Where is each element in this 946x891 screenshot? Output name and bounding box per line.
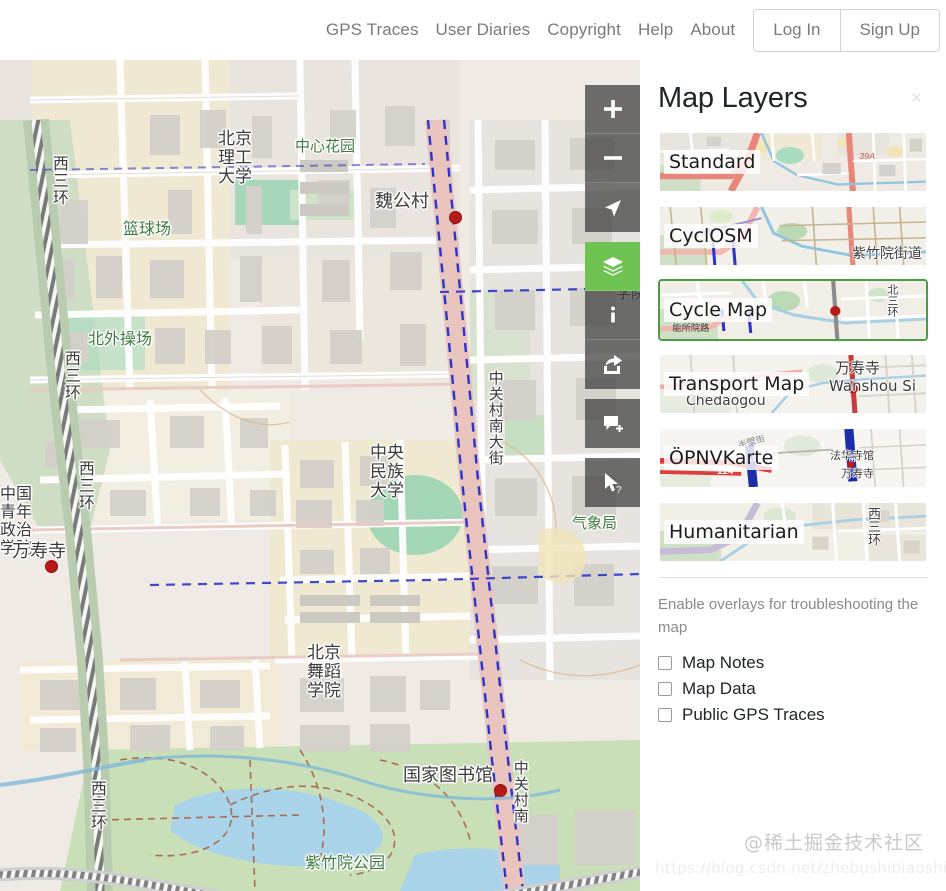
layer-option-cyclosm[interactable]: 紫竹院南路 紫竹院街道 CyclOSM — [658, 205, 928, 267]
query-features-button[interactable]: ? — [585, 458, 640, 507]
layer-option-standard[interactable]: 39A Standard — [658, 131, 928, 193]
locate-button[interactable] — [585, 183, 640, 232]
close-icon[interactable]: × — [907, 87, 926, 110]
share-button[interactable] — [585, 340, 640, 389]
map-key-button[interactable] — [585, 291, 640, 340]
zoom-out-icon — [603, 156, 622, 160]
add-note-icon — [603, 415, 623, 432]
layers-control-group — [585, 242, 640, 389]
nav-copyright[interactable]: Copyright — [547, 20, 621, 40]
thumb-label-cyclosm: 紫竹院街道 — [852, 246, 922, 262]
nav-gps-traces[interactable]: GPS Traces — [326, 20, 419, 40]
zoom-in-button[interactable] — [585, 85, 640, 134]
share-icon — [603, 354, 622, 374]
overlay-label-map-data: Map Data — [682, 679, 756, 698]
map-viewport[interactable]: 西三环 西三环 西三环 西三环 北京 理工 大学 中心花园 篮球场 北外操场 中… — [0, 60, 640, 891]
watermark-text: @稀土掘金技术社区 — [743, 832, 924, 854]
openstreetmap-page: GPS Traces User Diaries Copyright Help A… — [0, 0, 946, 891]
layer-option-opnvkarte[interactable]: 114 10 16 半壁街 法华寺馆 万寿寺 ÖPNVKarte — [658, 427, 928, 489]
poi-marker-national-library[interactable] — [494, 784, 507, 797]
poi-marker-wanshousi[interactable] — [45, 560, 58, 573]
locate-arrow-icon — [604, 199, 621, 216]
page-title: Map Layers — [658, 82, 808, 114]
add-note-button[interactable] — [585, 399, 640, 448]
nav-about[interactable]: About — [690, 20, 735, 40]
map-layers-panel: Map Layers × 39A Standard 紫竹院街道 CyclOSM … — [640, 60, 946, 891]
nav-help[interactable]: Help — [638, 20, 673, 40]
thumb-label-opnv-3: 法华寺馆 — [830, 449, 874, 462]
thumb-label-cycle-road: 能所院路 — [672, 322, 709, 334]
checkbox-public-gps-traces[interactable] — [658, 708, 672, 722]
thumb-label-transport-cn: 万寿寺 — [834, 359, 880, 377]
overlay-label-public-gps-traces: Public GPS Traces — [682, 705, 825, 724]
layers-stack-icon — [602, 257, 623, 276]
zoom-out-button[interactable] — [585, 134, 640, 183]
thumb-road-number-standard: 39A — [859, 152, 875, 162]
zoom-control-group — [585, 85, 640, 232]
site-header: GPS Traces User Diaries Copyright Help A… — [0, 0, 946, 60]
thumb-label-opnv-4: 万寿寺 — [841, 467, 874, 480]
query-control-group: ? — [585, 458, 640, 507]
thumb-label-transport-en: Wanshou Si — [828, 377, 916, 395]
overlay-row-map-data[interactable]: Map Data — [658, 679, 928, 699]
checkbox-map-notes[interactable] — [658, 656, 672, 670]
layer-label-humanitarian: Humanitarian — [664, 520, 804, 544]
layer-option-cycle-map[interactable]: 能所院路 北三环 Cycle Map — [658, 279, 928, 341]
overlay-row-public-gps-traces[interactable]: Public GPS Traces — [658, 705, 928, 725]
thumb-label-cyclemap: 北三环 — [886, 284, 899, 317]
sign-up-button[interactable]: Sign Up — [840, 9, 939, 51]
layers-button[interactable] — [585, 242, 640, 291]
poi-marker-weigongcun[interactable] — [449, 211, 462, 224]
layer-label-cycle-map: Cycle Map — [664, 298, 773, 322]
map-tile-canvas — [0, 60, 640, 891]
overlay-label-map-notes: Map Notes — [682, 653, 765, 672]
thumb-label-humanitarian: 西三环 — [865, 507, 880, 546]
zoom-in-icon — [603, 100, 622, 118]
layer-option-humanitarian[interactable]: 西三环 Humanitarian — [658, 501, 928, 563]
overlay-section: Enable overlays for troubleshooting the … — [640, 578, 946, 725]
layer-option-list: 39A Standard 紫竹院街道 CyclOSM 能所院路 北三环 Cycl… — [640, 115, 946, 563]
watermark-url: https://blog.csdn.net/zhebushibiaoshifu — [655, 859, 946, 877]
query-cursor-icon: ? — [604, 472, 622, 495]
info-icon — [610, 306, 615, 323]
primary-navigation: GPS Traces User Diaries Copyright Help A… — [326, 20, 735, 40]
panel-header: Map Layers × — [640, 60, 946, 115]
layer-label-opnvkarte: ÖPNVKarte — [664, 446, 779, 470]
nav-user-diaries[interactable]: User Diaries — [436, 20, 531, 40]
overlay-description: Enable overlays for troubleshooting the … — [658, 596, 919, 636]
overlay-row-map-notes[interactable]: Map Notes — [658, 653, 928, 673]
layer-option-transport-map[interactable]: 万寿寺 Wanshou Si Chedaogou 车道沟 Transport M… — [658, 353, 928, 415]
layer-label-cyclosm: CyclOSM — [664, 224, 758, 248]
layer-label-transport-map: Transport Map — [664, 372, 810, 396]
svg-text:?: ? — [616, 485, 622, 495]
log-in-button[interactable]: Log In — [754, 9, 840, 51]
auth-button-group: Log In Sign Up — [753, 8, 940, 52]
note-control-group — [585, 399, 640, 448]
checkbox-map-data[interactable] — [658, 682, 672, 696]
layer-label-standard: Standard — [664, 150, 761, 174]
map-controls: ? — [585, 85, 640, 517]
